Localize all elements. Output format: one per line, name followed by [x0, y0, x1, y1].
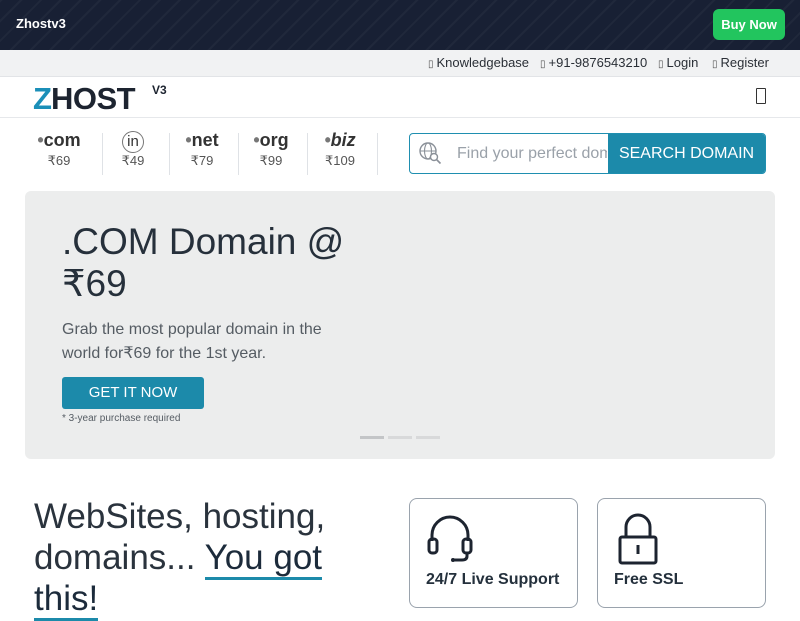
domain-search-input[interactable]	[457, 141, 607, 167]
register-icon: ▯	[712, 59, 718, 70]
tld-biz[interactable]: •biz ₹109	[305, 128, 375, 176]
padlock-icon	[618, 513, 658, 565]
get-it-now-button[interactable]: GET IT NOW	[62, 377, 204, 409]
login-label: Login	[666, 55, 699, 70]
carousel-indicator-1[interactable]	[360, 436, 384, 439]
logo-host: HOST	[50, 81, 136, 116]
feature-card-ssl: Free SSL	[597, 498, 766, 608]
book-icon: ▯	[428, 59, 434, 70]
register-link[interactable]: ▯ Register	[712, 55, 769, 70]
phone-link[interactable]: ▯ +91-9876543210	[540, 55, 647, 70]
utility-bar: ▯ Knowledgebase ▯ +91-9876543210 ▯ Login ▯ R…	[0, 50, 800, 77]
feature-title: 24/7 Live Support	[426, 571, 560, 588]
tld-in[interactable]: in ₹49	[98, 128, 168, 176]
carousel-indicator-2[interactable]	[388, 436, 412, 439]
section-headline: WebSites, hosting, domains... You got th…	[34, 496, 354, 621]
divider	[377, 133, 378, 175]
tld-price: ₹79	[190, 153, 214, 168]
hero-description: Grab the most popular domain in the worl…	[62, 321, 322, 362]
knowledgebase-link[interactable]: ▯ Knowledgebase	[428, 55, 529, 70]
login-link[interactable]: ▯ Login	[658, 55, 698, 70]
headset-icon	[427, 515, 473, 562]
menu-toggle-icon[interactable]	[756, 88, 766, 104]
tld-price: ₹109	[325, 153, 355, 168]
globe-search-icon	[419, 142, 442, 165]
tld-name: •com	[37, 130, 81, 150]
search-domain-button[interactable]: SEARCH DOMAIN	[608, 134, 765, 173]
tld-price: ₹49	[121, 153, 145, 168]
tld-net[interactable]: •net ₹79	[167, 128, 237, 176]
logo-z: Z	[33, 81, 52, 116]
hero-note: * 3-year purchase required	[62, 413, 181, 424]
knowledgebase-label: Knowledgebase	[436, 55, 530, 70]
site-logo[interactable]: ZHOST V3	[33, 81, 167, 116]
phone-icon: ▯	[540, 59, 546, 70]
tld-org[interactable]: •org ₹99	[236, 128, 306, 176]
hero-banner: .COM Domain @ ₹69 Grab the most popular …	[25, 191, 775, 459]
site-brand[interactable]: Zhostv3	[16, 16, 66, 31]
user-icon: ▯	[658, 59, 664, 70]
tld-price: ₹99	[259, 153, 283, 168]
logo-version: V3	[152, 83, 167, 97]
tld-name: •net	[185, 130, 219, 150]
tld-name: •biz	[324, 130, 356, 150]
domain-search-box: SEARCH DOMAIN	[409, 133, 766, 174]
tld-com[interactable]: •com ₹69	[24, 128, 94, 176]
phone-label: +91-9876543210	[548, 55, 648, 70]
hero-title: .COM Domain @ ₹69	[62, 221, 345, 304]
feature-card-support: 24/7 Live Support	[409, 498, 578, 608]
buy-now-button[interactable]: Buy Now	[713, 9, 785, 40]
register-label: Register	[720, 55, 769, 70]
main-header: ZHOST V3	[0, 77, 800, 118]
top-bar: Zhostv3 Buy Now	[0, 0, 800, 50]
tld-name: •org	[253, 130, 289, 150]
carousel-indicator-3[interactable]	[416, 436, 440, 439]
tld-price: ₹69	[47, 153, 71, 168]
tld-name: in	[98, 128, 168, 153]
feature-title: Free SSL	[614, 571, 684, 588]
